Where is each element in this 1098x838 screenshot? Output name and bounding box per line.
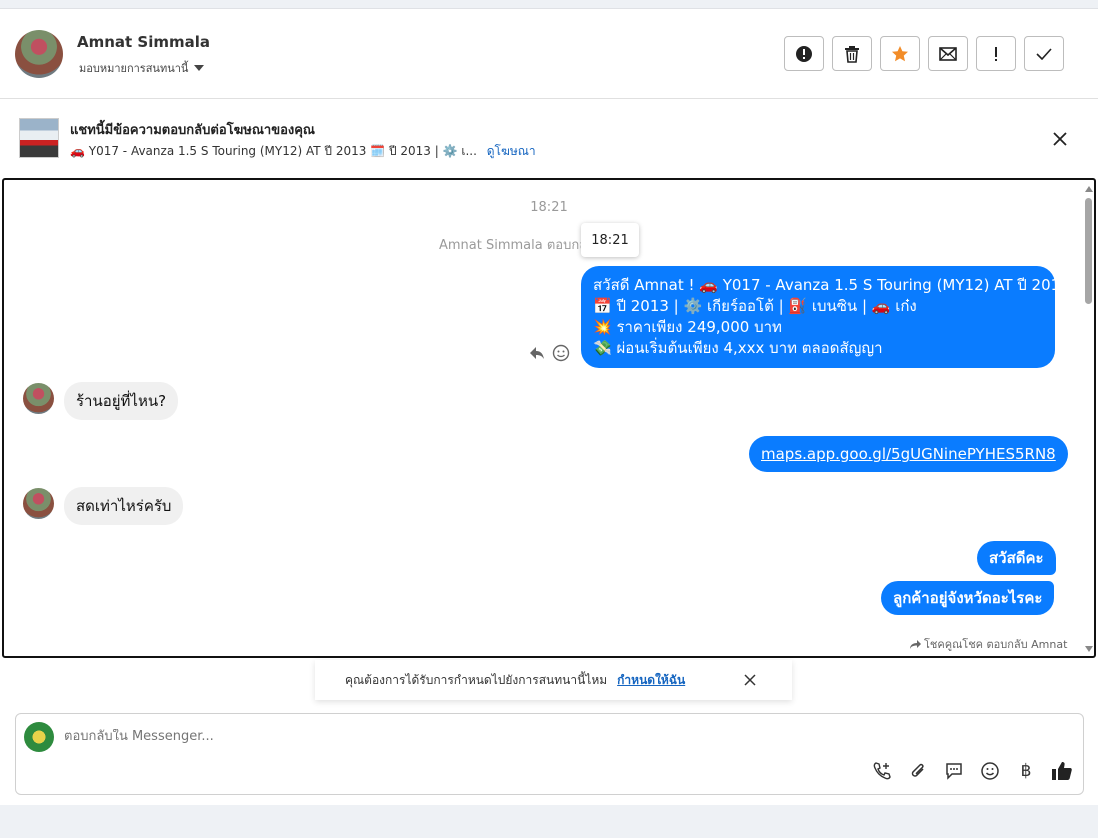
ad-message-line: 📅 ปี 2013 | ⚙️ เกียร์ออโต้ | ⛽ เบนซิน | …: [593, 297, 917, 315]
outgoing-message[interactable]: สวัสดีคะ: [977, 541, 1056, 575]
message-composer: ฿: [15, 713, 1084, 795]
view-ad-link[interactable]: ดูโฆษณา: [487, 144, 536, 158]
trash-icon: [845, 45, 859, 63]
chat-scrollbar[interactable]: [1083, 180, 1094, 656]
close-icon[interactable]: [1050, 129, 1070, 149]
message-thread[interactable]: 18:21 Amnat Simmala ตอบกลั 18:21 สวัสดี …: [2, 178, 1096, 658]
thumbs-up-icon[interactable]: [1051, 760, 1073, 782]
ad-thumbnail[interactable]: [19, 118, 59, 158]
ad-message-line: สวัสดี Amnat ! 🚗 Y017 - Avanza 1.5 S Tou…: [593, 276, 1070, 294]
delete-button[interactable]: [832, 36, 872, 71]
scroll-up-arrow-icon[interactable]: [1085, 186, 1093, 192]
envelope-icon: [939, 46, 957, 61]
composer-tools: ฿: [871, 760, 1073, 782]
follow-up-button[interactable]: [976, 36, 1016, 71]
assignment-prompt-text: คุณต้องการได้รับการกำหนดไปยังการสนทนานี้…: [345, 672, 608, 687]
caret-down-icon: [194, 65, 205, 71]
ad-banner-description: 🚗 Y017 - Avanza 1.5 S Touring (MY12) AT …: [70, 142, 536, 161]
conversation-header: Amnat Simmala มอบหมายการสนทนานี้: [0, 9, 1098, 99]
mark-spam-button[interactable]: [784, 36, 824, 71]
sender-avatar[interactable]: [23, 488, 54, 519]
sender-avatar[interactable]: [23, 383, 54, 414]
reply-input[interactable]: [64, 729, 964, 744]
outgoing-message[interactable]: ลูกค้าอยู่จังหวัดอะไรคะ: [881, 581, 1055, 615]
reply-icon[interactable]: [528, 344, 546, 362]
phone-plus-icon[interactable]: [871, 760, 893, 782]
replied-by-text: โชคคูณโชค ตอบกลับ Amnat: [924, 638, 1068, 651]
ad-message-bubble[interactable]: สวัสดี Amnat ! 🚗 Y017 - Avanza 1.5 S Tou…: [581, 266, 1070, 368]
ad-banner-title: แชทนี้มีข้อความตอบกลับต่อโฆษณาของคุณ: [70, 123, 315, 138]
paperclip-icon[interactable]: [907, 760, 929, 782]
assign-to-me-link[interactable]: กำหนดให้ฉัน: [617, 671, 685, 690]
check-icon: [1036, 47, 1052, 60]
incoming-message[interactable]: สดเท่าไหร่ครับ: [64, 487, 184, 525]
mark-unread-button[interactable]: [928, 36, 968, 71]
alert-circle-icon: [796, 45, 812, 62]
scrollbar-thumb[interactable]: [1085, 198, 1092, 304]
outgoing-link-message[interactable]: maps.app.goo.gl/5gUGNinePYHES5RN8: [749, 436, 1068, 472]
message-actions: [528, 344, 570, 362]
star-button[interactable]: [880, 36, 920, 71]
ad-description-text: 🚗 Y017 - Avanza 1.5 S Touring (MY12) AT …: [70, 144, 477, 158]
scroll-down-arrow-icon[interactable]: [1085, 646, 1093, 652]
contact-avatar[interactable]: [15, 30, 63, 78]
baht-icon[interactable]: ฿: [1015, 760, 1037, 782]
forward-icon: [910, 639, 921, 649]
page-avatar: [24, 722, 54, 752]
emoji-react-icon[interactable]: [552, 344, 570, 362]
ad-message-line: 💸 ผ่อนเริ่มต้นเพียง 4,xxx บาท ตลอดสัญญา: [593, 339, 883, 357]
ad-reply-banner: แชทนี้มีข้อความตอบกลับต่อโฆษณาของคุณ 🚗 Y…: [0, 99, 1098, 177]
star-icon: [892, 45, 908, 61]
replied-by-note: โชคคูณโชค ตอบกลับ Amnat: [909, 635, 1067, 653]
chat-bubble-icon[interactable]: [943, 760, 965, 782]
ad-message-line: 💥 ราคาเพียง 249,000 บาท: [593, 318, 782, 336]
time-tooltip: 18:21: [581, 223, 639, 257]
conversation-panel: Amnat Simmala มอบหมายการสนทนานี้ แชทนี้ม…: [0, 8, 1098, 805]
close-icon[interactable]: [743, 673, 757, 687]
incoming-message[interactable]: ร้านอยู่ที่ไหน?: [64, 382, 179, 420]
assign-label: มอบหมายการสนทนานี้: [79, 62, 189, 75]
header-actions: [784, 36, 1064, 71]
message-timestamp: 18:21: [530, 200, 568, 215]
emoji-icon[interactable]: [979, 760, 1001, 782]
assignment-prompt: คุณต้องการได้รับการกำหนดไปยังการสนทนานี้…: [315, 660, 792, 700]
assign-conversation-dropdown[interactable]: มอบหมายการสนทนานี้: [79, 59, 205, 77]
exclamation-icon: [995, 46, 997, 61]
mark-done-button[interactable]: [1024, 36, 1064, 71]
contact-name[interactable]: Amnat Simmala: [77, 33, 210, 51]
replied-note: Amnat Simmala ตอบกลั: [439, 238, 588, 253]
